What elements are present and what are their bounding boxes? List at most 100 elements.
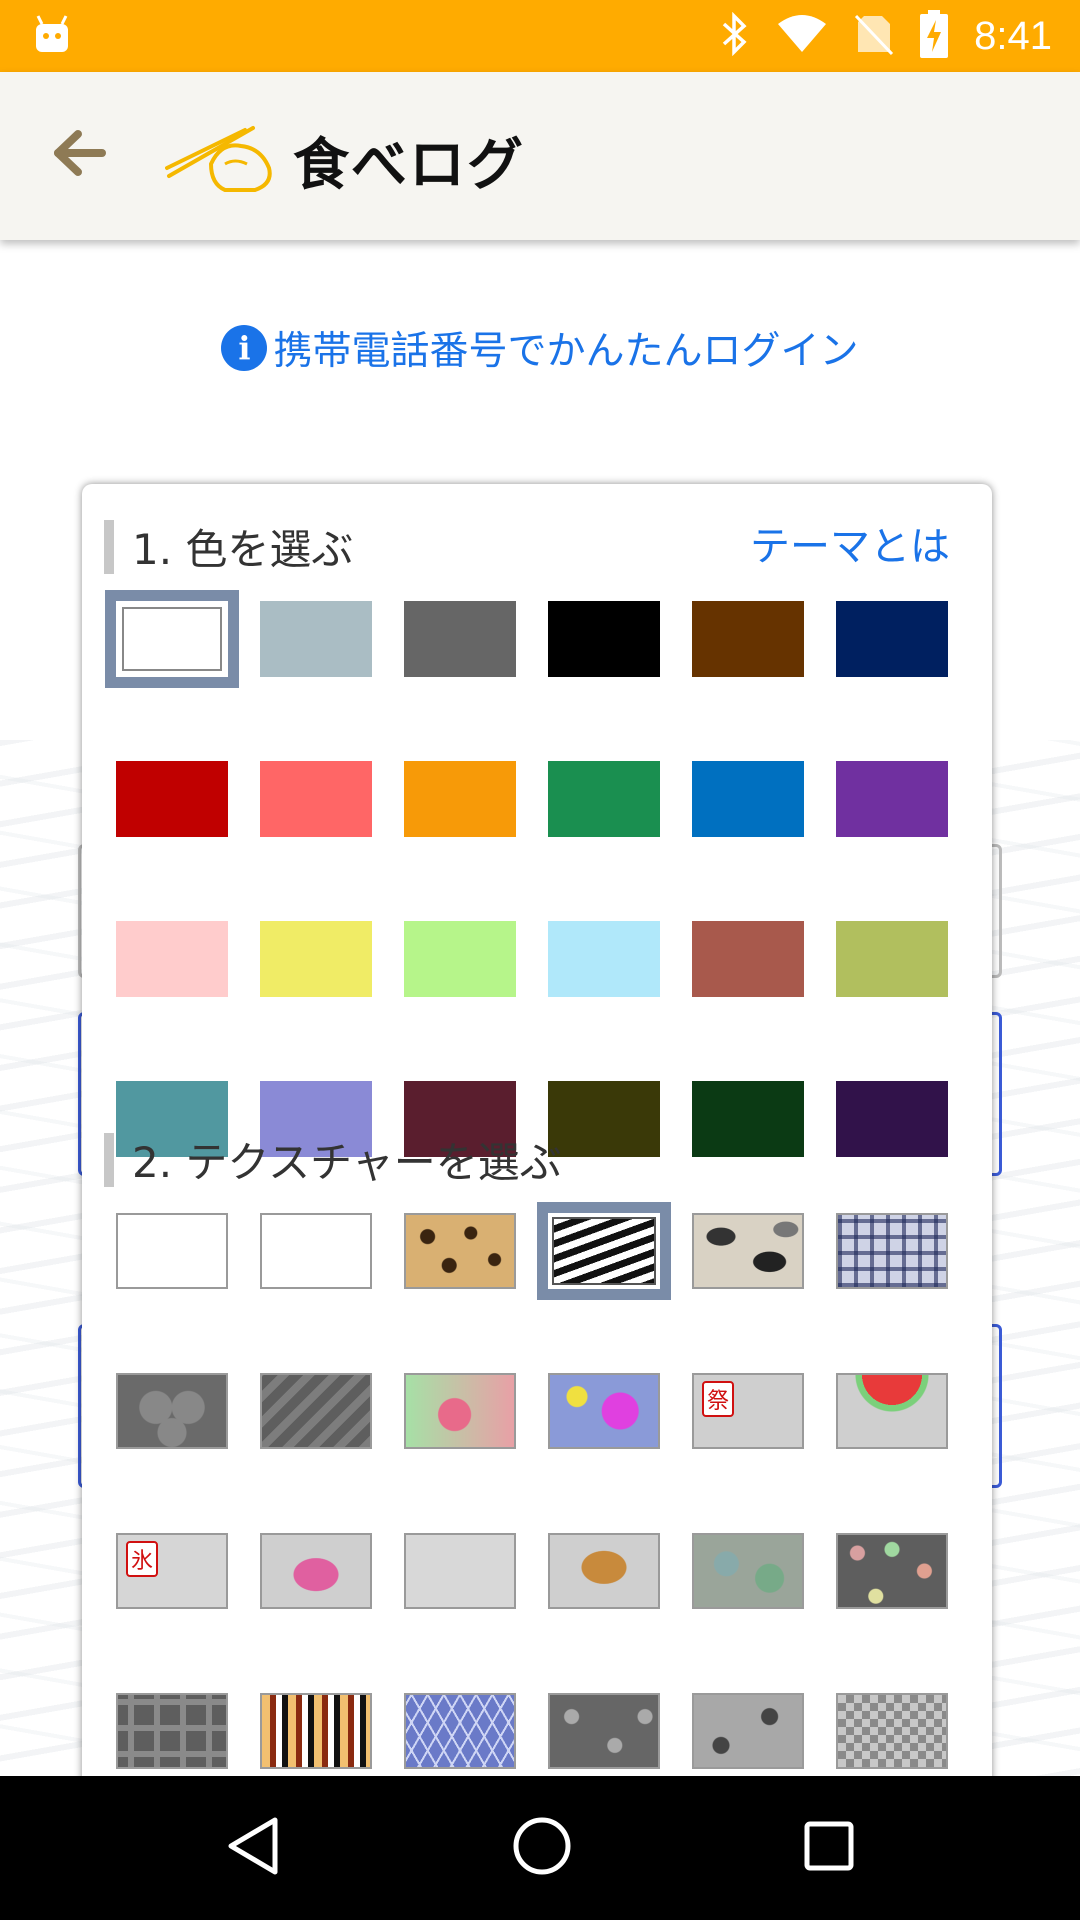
color-option-white[interactable] [105, 590, 239, 688]
texture-option-gray-dots[interactable] [537, 1682, 671, 1780]
status-bar: 8:41 [0, 0, 1080, 72]
color-option-purple[interactable] [825, 750, 959, 848]
texture-option-festival-fan[interactable]: 祭 [681, 1362, 815, 1460]
checker-texture [836, 1693, 948, 1769]
color-option-light-cyan[interactable] [537, 910, 671, 1008]
texture-option-hemp-leaf[interactable] [393, 1522, 527, 1620]
color-option-brown[interactable] [681, 590, 815, 688]
color-option-black[interactable] [537, 590, 671, 688]
back-button[interactable] [50, 128, 120, 188]
chopsticks-hand-icon [165, 124, 277, 198]
texture-option-lotus[interactable] [393, 1362, 527, 1460]
color-section-label: 1. 色を選ぶ [132, 525, 354, 574]
color-option-brick[interactable] [681, 910, 815, 1008]
color-swatch [548, 921, 660, 997]
color-swatch [260, 761, 372, 837]
phone-login-label: 携帯電話番号でかんたんログイン [273, 329, 859, 374]
color-swatch [404, 921, 516, 997]
color-option-light-blue-gray[interactable] [249, 590, 383, 688]
navigation-bar [0, 1776, 1080, 1920]
color-option-light-green[interactable] [393, 910, 527, 1008]
color-swatch [836, 1081, 948, 1157]
texture-option-checker[interactable] [825, 1682, 959, 1780]
uchiwa-texture: 祭 [692, 1373, 804, 1449]
texture-option-petals[interactable] [105, 1362, 239, 1460]
color-option-orange[interactable] [393, 750, 527, 848]
paisley-texture [260, 1533, 372, 1609]
home-circle-icon[interactable] [512, 1816, 572, 1880]
color-option-yellow[interactable] [249, 910, 383, 1008]
info-icon: i [221, 325, 268, 371]
lotus-texture [404, 1373, 516, 1449]
texture-option-asanoha[interactable] [393, 1682, 527, 1780]
color-option-dark-purple[interactable] [825, 1070, 959, 1168]
texture-option-light-gray-dots[interactable] [681, 1682, 815, 1780]
texture-option-watermelon[interactable] [825, 1362, 959, 1460]
texture-option-mushroom[interactable] [537, 1522, 671, 1620]
texture-option-leopard[interactable] [393, 1202, 527, 1300]
recents-square-icon[interactable] [803, 1820, 855, 1876]
theme-selection-panel: 1. 色を選ぶ テーマとは 2. テクスチャーを選ぶ 祭氷 [82, 484, 992, 1804]
marble-texture [692, 1533, 804, 1609]
watermelon-texture [836, 1373, 948, 1449]
color-swatch [692, 921, 804, 997]
arrow-left-icon [50, 130, 110, 182]
color-swatch [116, 761, 228, 837]
texture-option-diagonal-stripes[interactable] [249, 1362, 383, 1460]
gray-dots-texture [548, 1693, 660, 1769]
color-swatch [836, 921, 948, 997]
bluetooth-icon [720, 11, 750, 60]
color-swatch [548, 1081, 660, 1157]
color-section-title: 1. 色を選ぶ [104, 516, 353, 577]
texture-option-plaid[interactable] [825, 1202, 959, 1300]
texture-option-marble[interactable] [681, 1522, 815, 1620]
texture-option-paisley[interactable] [249, 1522, 383, 1620]
wifi-icon [776, 14, 828, 58]
color-option-olive-green[interactable] [825, 910, 959, 1008]
petals-texture [116, 1373, 228, 1449]
texture-option-stars[interactable] [249, 1202, 383, 1300]
color-option-green[interactable] [537, 750, 671, 848]
leaf-texture [404, 1533, 516, 1609]
color-option-dark-green[interactable] [681, 1070, 815, 1168]
texture-option-vertical-stripes[interactable] [249, 1682, 383, 1780]
texture-option-camo[interactable] [681, 1202, 815, 1300]
texture-section-label: 2. テクスチャーを選ぶ [132, 1138, 562, 1187]
app-logo: 食べログ [165, 120, 525, 201]
color-swatch [404, 761, 516, 837]
asanoha-texture [404, 1693, 516, 1769]
stars-texture [260, 1213, 372, 1289]
texture-option-shaved-ice[interactable]: 氷 [105, 1522, 239, 1620]
color-swatch [836, 761, 948, 837]
color-option-pink[interactable] [105, 910, 239, 1008]
battery-charging-icon [920, 10, 949, 62]
status-time: 8:41 [974, 13, 1052, 58]
texture-option-crosses[interactable] [105, 1682, 239, 1780]
back-triangle-icon[interactable] [225, 1816, 281, 1880]
color-option-gray[interactable] [393, 590, 527, 688]
zebra-texture [548, 1213, 660, 1289]
color-swatch [548, 761, 660, 837]
color-swatch [692, 761, 804, 837]
section-marker [104, 519, 114, 574]
android-debug-icon [34, 14, 70, 58]
app-bar: 食べログ [0, 72, 1080, 240]
color-swatch [116, 921, 228, 997]
texture-option-zebra[interactable] [537, 1202, 671, 1300]
color-swatch [260, 921, 372, 997]
color-swatch [404, 601, 516, 677]
leopard-texture [404, 1213, 516, 1289]
color-option-red[interactable] [105, 750, 239, 848]
texture-option-plain[interactable] [105, 1202, 239, 1300]
section-marker [104, 1132, 114, 1187]
color-option-blue[interactable] [681, 750, 815, 848]
plaid-texture [836, 1213, 948, 1289]
texture-option-pastel-dots[interactable] [825, 1522, 959, 1620]
phone-login-link[interactable]: i 携帯電話番号でかんたんログイン [0, 320, 1080, 376]
color-option-salmon[interactable] [249, 750, 383, 848]
color-option-navy[interactable] [825, 590, 959, 688]
theme-help-link[interactable]: テーマとは [750, 514, 950, 572]
crosses-texture [116, 1693, 228, 1769]
color-grid [105, 590, 959, 1168]
texture-option-fireworks[interactable] [537, 1362, 671, 1460]
